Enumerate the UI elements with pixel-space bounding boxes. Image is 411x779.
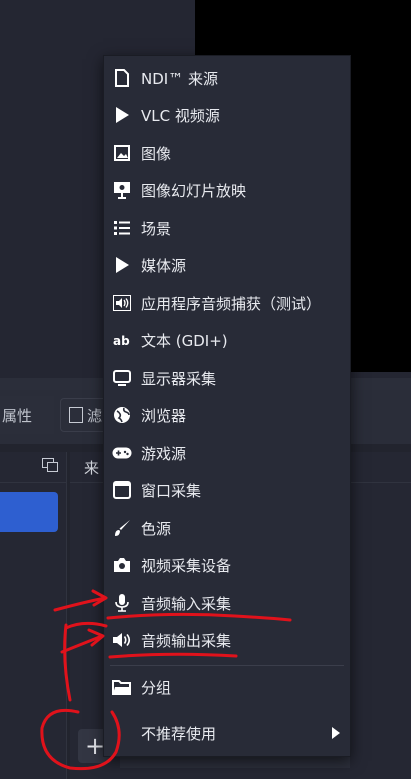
menu-item-app-audio-capture[interactable]: 应用程序音频捕获（测试） xyxy=(104,286,350,320)
menu-item-label: 游戏源 xyxy=(141,444,187,463)
monitor-icon xyxy=(112,368,132,388)
menu-item-browser[interactable]: 浏览器 xyxy=(104,398,350,432)
add-source-menu: NDI™ 来源 VLC 视频源 图像 图像幻灯片放映 场景 媒体源 应用程序音频… xyxy=(103,55,351,757)
window-icon xyxy=(112,480,132,500)
menu-item-label: 显示器采集 xyxy=(141,369,217,388)
menu-item-video-capture-device[interactable]: 视频采集设备 xyxy=(104,548,350,582)
microphone-icon xyxy=(112,593,132,613)
menu-item-display-capture[interactable]: 显示器采集 xyxy=(104,361,350,395)
tab-filters-label: 滤 xyxy=(87,406,103,425)
menu-item-label: NDI™ 来源 xyxy=(141,69,218,88)
menu-item-label: VLC 视频源 xyxy=(141,106,220,125)
slideshow-icon xyxy=(112,180,132,200)
menu-item-window-capture[interactable]: 窗口采集 xyxy=(104,473,350,507)
menu-item-label: 窗口采集 xyxy=(141,481,202,500)
globe-icon xyxy=(112,405,132,425)
menu-item-label: 音频输入采集 xyxy=(141,594,232,613)
menu-item-label: 媒体源 xyxy=(141,256,187,275)
brush-icon xyxy=(112,518,132,538)
chevron-right-icon xyxy=(332,727,340,739)
menu-item-label: 浏览器 xyxy=(141,406,187,425)
list-icon xyxy=(112,218,132,238)
camera-icon xyxy=(112,555,132,575)
menu-item-label: 分组 xyxy=(141,678,172,697)
tab-properties-label: 属性 xyxy=(2,406,33,425)
menu-item-image-slideshow[interactable]: 图像幻灯片放映 xyxy=(104,173,350,207)
menu-item-label: 文本 (GDI+) xyxy=(141,331,228,350)
text-icon: ab xyxy=(112,330,132,350)
svg-text:ab: ab xyxy=(113,334,130,347)
gamepad-icon xyxy=(112,443,132,463)
scenes-panel xyxy=(0,452,67,779)
menu-item-label: 不推荐使用 xyxy=(141,724,217,743)
menu-item-audio-output-capture[interactable]: 音频输出采集 xyxy=(104,623,350,657)
menu-item-media-source[interactable]: 媒体源 xyxy=(104,248,350,282)
menu-item-label: 色源 xyxy=(141,519,172,538)
menu-item-text-gdi[interactable]: ab 文本 (GDI+) xyxy=(104,323,350,357)
scene-item-selected[interactable] xyxy=(0,492,58,532)
menu-item-image[interactable]: 图像 xyxy=(104,136,350,170)
menu-item-scene[interactable]: 场景 xyxy=(104,211,350,245)
menu-item-audio-input-capture[interactable]: 音频输入采集 xyxy=(104,586,350,620)
blank-icon xyxy=(112,723,132,743)
folder-icon xyxy=(112,677,132,697)
file-icon xyxy=(112,68,132,88)
menu-item-vlc-video-source[interactable]: VLC 视频源 xyxy=(104,98,350,132)
scenes-header xyxy=(0,452,66,483)
menu-item-color-source[interactable]: 色源 xyxy=(104,511,350,545)
speaker-icon xyxy=(112,293,132,313)
tab-properties[interactable]: 属性 xyxy=(0,396,54,434)
filters-icon xyxy=(69,407,83,423)
menu-item-group[interactable]: 分组 xyxy=(104,670,350,704)
menu-separator xyxy=(110,665,344,666)
menu-item-label: 应用程序音频捕获（测试） xyxy=(141,294,322,313)
play-icon xyxy=(112,255,132,275)
image-icon xyxy=(112,143,132,163)
sources-title: 来 xyxy=(84,458,100,477)
menu-item-label: 场景 xyxy=(141,219,172,238)
menu-item-label: 图像幻灯片放映 xyxy=(141,181,247,200)
menu-item-label: 图像 xyxy=(141,144,172,163)
menu-item-deprecated[interactable]: 不推荐使用 xyxy=(104,716,350,750)
menu-item-ndi-source[interactable]: NDI™ 来源 xyxy=(104,61,350,95)
menu-item-label: 音频输出采集 xyxy=(141,631,232,650)
menu-item-label: 视频采集设备 xyxy=(141,556,232,575)
menu-item-game-capture[interactable]: 游戏源 xyxy=(104,436,350,470)
undock-icon[interactable] xyxy=(42,458,58,472)
speaker-icon xyxy=(112,630,132,650)
play-icon xyxy=(112,105,132,125)
